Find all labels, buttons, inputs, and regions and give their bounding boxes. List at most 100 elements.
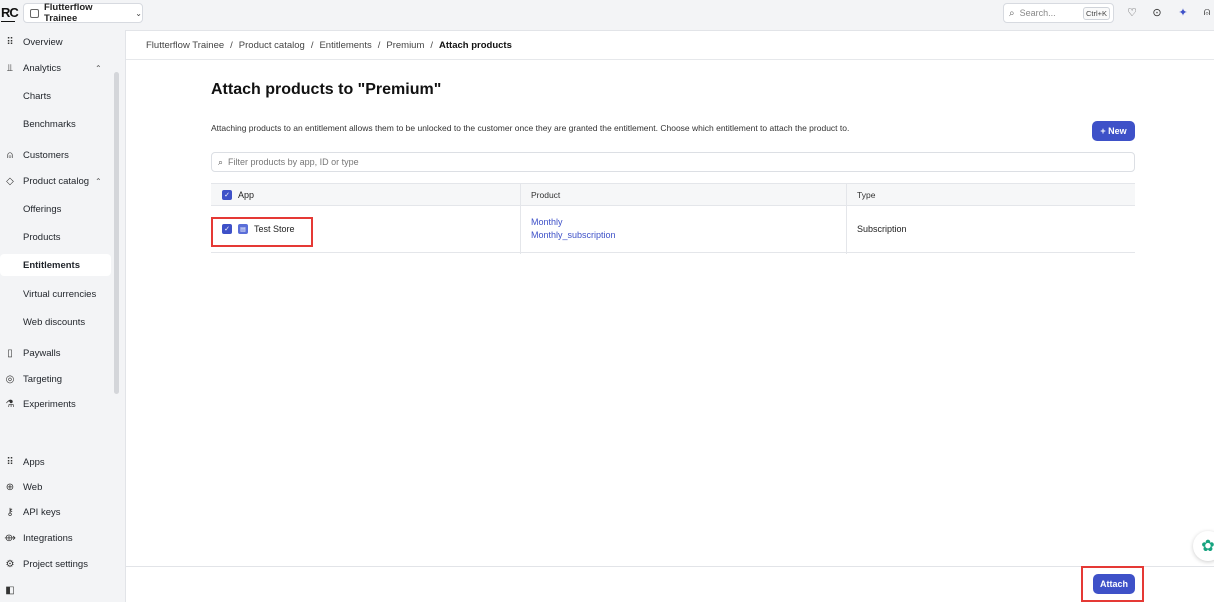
table-header: ✓ App Product Type: [211, 183, 1135, 206]
sidebar-item-label: API keys: [23, 506, 61, 518]
sidebar-item-analytics[interactable]: ⫫ Analytics ⌃: [0, 57, 110, 79]
product-id-link[interactable]: Monthly_subscription: [531, 229, 616, 242]
main-content: Flutterflow Trainee / Product catalog / En…: [125, 30, 1214, 602]
sidebar-scrollbar[interactable]: [114, 72, 119, 394]
page-title: Attach products to "Premium": [211, 81, 442, 98]
sidebar-item-offerings[interactable]: Offerings: [0, 198, 61, 220]
products-table: ✓ App Product Type ✓ ▤ Test Store Monthl…: [211, 183, 1135, 254]
product-type: Subscription: [857, 224, 907, 234]
global-search[interactable]: ⌕ Search... Ctrl+K: [1003, 3, 1114, 23]
footer-divider: [126, 566, 1214, 567]
highlight-box: [1081, 566, 1144, 602]
sidebar-item-experiments[interactable]: ⚗ Experiments: [0, 393, 76, 415]
chevron-down-icon: ⌄: [135, 8, 142, 18]
sidebar-item-label: Products: [23, 231, 61, 243]
column-divider: [846, 183, 847, 254]
grid-icon: ⠿: [6, 456, 14, 468]
sidebar-item-integrations[interactable]: ⟴ Integrations: [0, 527, 73, 549]
highlight-box: [211, 217, 313, 247]
chevron-up-icon: ⌃: [95, 176, 102, 186]
app-logo[interactable]: RC: [1, 5, 19, 22]
sidebar-item-product-catalog[interactable]: ◇ Product catalog ⌃: [0, 170, 110, 192]
chart-icon: ⫫: [7, 62, 13, 74]
sidebar-item-label: Paywalls: [23, 347, 61, 359]
plug-icon: ⟴: [4, 532, 16, 544]
sidebar-item-virtual-currencies[interactable]: Virtual currencies: [0, 283, 96, 305]
sidebar-item-label: Web: [23, 481, 43, 493]
sidebar-item-label: Project settings: [23, 558, 88, 570]
key-icon: ⚷: [6, 506, 14, 518]
sidebar-item-label: Web discounts: [23, 316, 86, 328]
sidebar-item-web[interactable]: ⊕ Web: [0, 476, 43, 498]
sidebar-item-label: Charts: [23, 90, 51, 102]
table-row[interactable]: ✓ ▤ Test Store Monthly Monthly_subscript…: [211, 206, 1135, 253]
column-header-product: Product: [531, 190, 561, 200]
product-name-link[interactable]: Monthly: [531, 216, 616, 229]
search-shortcut: Ctrl+K: [1082, 6, 1110, 20]
sidebar-item-overview[interactable]: ⠿ Overview: [0, 31, 63, 53]
help-icon[interactable]: ⊙: [1150, 6, 1164, 19]
breadcrumb-current: Attach products: [439, 40, 512, 51]
column-header-type: Type: [857, 190, 876, 200]
breadcrumb-entitlements[interactable]: Entitlements: [319, 40, 371, 51]
project-name: Flutterflow Trainee: [43, 2, 93, 24]
sidebar-item-label: Virtual currencies: [23, 288, 97, 300]
breadcrumb-project[interactable]: Flutterflow Trainee: [146, 40, 224, 51]
notification-icon[interactable]: ✦: [1176, 6, 1190, 19]
flask-icon: ⚗: [5, 398, 15, 410]
filter-products-input[interactable]: [228, 157, 1134, 167]
sidebar-item-products[interactable]: Products: [0, 226, 61, 248]
sidebar: ⠿ Overview ⫫ Analytics ⌃ Charts Benchmarks…: [0, 30, 124, 602]
sidebar-item-project-settings[interactable]: ⚙ Project settings: [0, 553, 88, 575]
sidebar-item-benchmarks[interactable]: Benchmarks: [0, 113, 76, 135]
new-product-button[interactable]: + New: [1092, 121, 1135, 141]
target-icon: ◎: [5, 373, 15, 385]
sidebar-item-api-keys[interactable]: ⚷ API keys: [0, 501, 61, 523]
sidebar-item-customers[interactable]: ⍝ Customers: [0, 144, 69, 166]
sidebar-item-label: Experiments: [23, 398, 76, 410]
breadcrumb-premium[interactable]: Premium: [386, 40, 424, 51]
tag-icon: ◇: [6, 175, 14, 187]
sidebar-item-label: Analytics: [23, 62, 62, 74]
search-placeholder: Search...: [1019, 8, 1056, 18]
gear-icon: ⚙: [5, 558, 15, 570]
sidebar-toggle-icon: ◧: [5, 584, 15, 596]
sidebar-collapse-toggle[interactable]: ◧: [0, 579, 23, 601]
sidebar-item-web-discounts[interactable]: Web discounts: [0, 311, 85, 333]
sidebar-item-label: Offerings: [23, 203, 62, 215]
sidebar-item-paywalls[interactable]: ▯ Paywalls: [0, 342, 61, 364]
user-icon: ⍝: [7, 149, 13, 161]
chevron-up-icon: ⌃: [95, 63, 102, 73]
sidebar-item-label: Product catalog: [23, 175, 90, 187]
search-icon: ⌕: [1009, 7, 1015, 19]
filter-products-field[interactable]: ⌕: [211, 152, 1135, 172]
phone-icon: ▯: [7, 347, 13, 359]
sidebar-item-label: Entitlements: [23, 259, 81, 271]
sidebar-item-charts[interactable]: Charts: [0, 85, 51, 107]
sidebar-item-targeting[interactable]: ◎ Targeting: [0, 368, 62, 390]
account-icon[interactable]: ⍝: [1200, 6, 1214, 19]
select-all-checkbox[interactable]: ✓: [222, 190, 232, 200]
globe-icon: ⊕: [5, 481, 15, 493]
column-divider: [520, 183, 521, 254]
sidebar-item-label: Overview: [23, 36, 63, 48]
changelog-icon[interactable]: ♡: [1125, 6, 1139, 19]
project-selector[interactable]: Flutterflow Trainee ⌄: [23, 2, 143, 24]
sidebar-item-label: Integrations: [23, 532, 73, 544]
page-description: Attaching products to an entitlement all…: [211, 123, 850, 133]
breadcrumb: Flutterflow Trainee / Product catalog / En…: [146, 40, 512, 51]
breadcrumb-product-catalog[interactable]: Product catalog: [239, 40, 305, 51]
search-icon: ⌕: [218, 156, 224, 167]
grid-icon: ⠿: [6, 36, 14, 48]
project-icon: [30, 8, 39, 18]
sidebar-item-label: Targeting: [23, 373, 63, 385]
column-header-app: App: [238, 190, 255, 200]
sidebar-item-apps[interactable]: ⠿ Apps: [0, 451, 45, 473]
assistant-icon[interactable]: ✿: [1193, 531, 1214, 561]
sidebar-item-label: Customers: [23, 149, 69, 161]
sidebar-item-label: Benchmarks: [23, 118, 76, 130]
sidebar-item-label: Apps: [23, 456, 45, 468]
divider: [126, 59, 1214, 60]
top-bar: RC Flutterflow Trainee ⌄ ⌕ Search... Ctr…: [0, 0, 1214, 26]
sidebar-item-entitlements[interactable]: Entitlements: [0, 254, 111, 276]
